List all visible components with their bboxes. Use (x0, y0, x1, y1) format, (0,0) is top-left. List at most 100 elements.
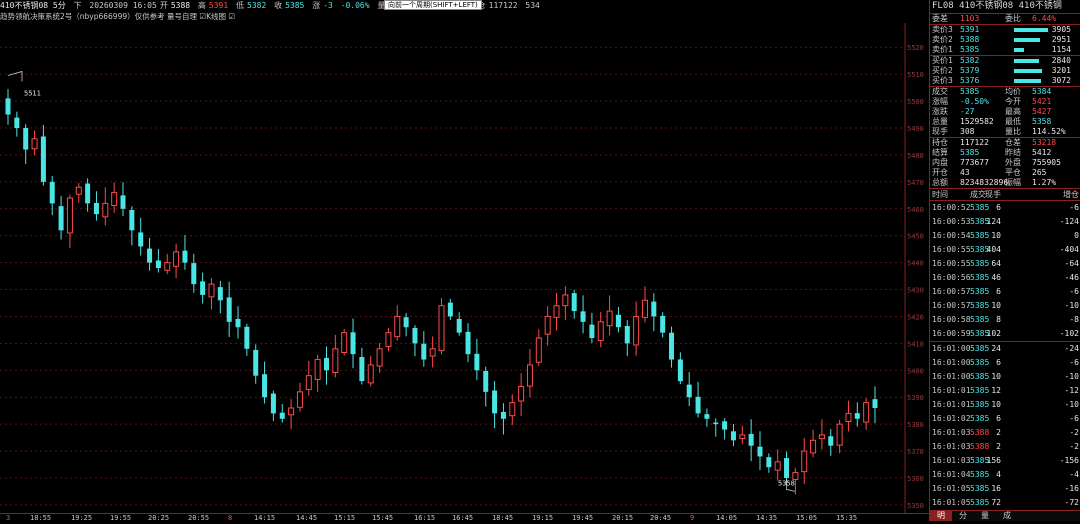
candle-body-down (49, 181, 55, 204)
book-row: 买价1 5382 2840 (930, 56, 1080, 66)
tick-row[interactable]: 16:01:03 5385 156 -156 (930, 454, 1080, 468)
tick-time: 16:01:05 (932, 484, 971, 493)
stat-value: 5421 (1032, 97, 1052, 106)
close-label: 收 (274, 1, 283, 10)
tick-row[interactable]: 16:00:55 5385 404 -404 (930, 243, 1080, 257)
candle-body-down (5, 98, 11, 115)
tick-row[interactable]: 16:00:52 5385 6 -6 (930, 201, 1080, 215)
tick-delta: -6 (1069, 287, 1079, 296)
book-volume-bar (1014, 48, 1025, 52)
panel-tab[interactable]: 量 (974, 511, 996, 521)
stat-label: 涨幅 (932, 97, 948, 106)
tick-delta: -10 (1064, 400, 1079, 409)
tick-row[interactable]: 16:00:56 5385 46 -46 (930, 271, 1080, 285)
candle-body-up (367, 364, 374, 384)
tick-price: 5385 (970, 231, 990, 240)
tick-price: 5385 (970, 414, 990, 423)
close-value: 5385 (285, 1, 305, 10)
tick-row[interactable]: 16:00:54 5385 10 0 (930, 229, 1080, 243)
tick-time: 16:01:00 (932, 358, 971, 367)
tick-row[interactable]: 16:01:00 5385 24 -24 (930, 341, 1080, 356)
tick-row[interactable]: 16:01:03 5388 2 -2 (930, 440, 1080, 454)
candle-body-down (279, 412, 285, 419)
change-value: -3 (323, 1, 333, 10)
tick-row[interactable]: 16:01:00 5385 10 -10 (930, 370, 1080, 384)
candle-body-down (359, 357, 365, 382)
y-tick-label: 5370 (907, 448, 924, 456)
tick-delta: -2 (1069, 442, 1079, 451)
candle-body-up (810, 439, 817, 454)
y-tick-label: 5440 (907, 260, 924, 268)
candle-body-down (624, 325, 630, 344)
tick-row[interactable]: 16:01:02 5385 6 -6 (930, 412, 1080, 426)
panel-tab[interactable]: 明 (930, 511, 952, 521)
tick-price: 5385 (970, 344, 990, 353)
candle-body-down (872, 399, 878, 408)
tick-time: 16:00:53 (932, 217, 971, 226)
book-row: 买价2 5379 3201 (930, 66, 1080, 76)
candle-body-up (544, 315, 551, 335)
candle-body-down (270, 393, 276, 414)
candle-body-down (200, 281, 206, 295)
stat-row: 成交 5385 均价 5384 (930, 87, 1080, 97)
stat-label: 昨结 (1005, 148, 1021, 157)
panel-tab[interactable]: 成 (996, 511, 1018, 521)
tick-volume: 2 (996, 428, 1001, 437)
stat-value: 8234832896 (960, 178, 1009, 187)
candle-body-up (164, 262, 171, 271)
tick-row[interactable]: 16:01:00 5385 6 -6 (930, 356, 1080, 370)
tick-row[interactable]: 16:01:01 5385 12 -12 (930, 384, 1080, 398)
stat-value: -27 (960, 107, 975, 116)
y-tick-label: 5390 (907, 394, 924, 402)
tick-row[interactable]: 16:00:53 5385 124 -124 (930, 215, 1080, 229)
tick-row[interactable]: 16:00:58 5385 8 -8 (930, 313, 1080, 327)
book-label: 买价2 (932, 66, 953, 75)
low-label: 低 (236, 1, 244, 10)
candle-body-up (606, 310, 613, 327)
tick-volume: 124 (986, 217, 1001, 226)
candle-body-up (836, 423, 843, 446)
tick-row[interactable]: 16:01:01 5385 10 -10 (930, 398, 1080, 412)
candle-body-up (66, 197, 73, 234)
candle-body-down (253, 349, 259, 376)
tick-row[interactable]: 16:01:03 5388 2 -2 (930, 426, 1080, 440)
y-tick-label: 5520 (907, 44, 924, 52)
tick-row[interactable]: 16:01:05 5385 72 -72 (930, 496, 1080, 510)
panel-tab[interactable]: 分 (952, 511, 974, 521)
stat-row: 结算 5385 昨结 5412 (930, 148, 1080, 158)
tick-row[interactable]: 16:00:55 5385 64 -64 (930, 257, 1080, 271)
y-tick-label: 5350 (907, 502, 924, 510)
position-stats: 持仓 117122 仓差 53218 结算 5385 昨结 5412 内盘 773677 外盘 755… (930, 137, 1080, 188)
oi-change: 534 (525, 1, 540, 10)
stat-label: 总额 (932, 178, 948, 187)
stat-label: 最低 (1005, 117, 1021, 126)
tick-row[interactable]: 16:01:05 5385 16 -16 (930, 482, 1080, 496)
tick-row[interactable]: 16:00:57 5385 10 -10 (930, 299, 1080, 313)
candle-body-down (129, 209, 135, 231)
ticks-header: 时间 成交 现手 增仓 (930, 188, 1080, 201)
tick-row[interactable]: 16:00:57 5385 6 -6 (930, 285, 1080, 299)
tick-volume: 6 (996, 287, 1001, 296)
book-price: 5388 (960, 35, 980, 44)
candle-body-down (191, 263, 197, 285)
stat-value: 5384 (1032, 87, 1052, 96)
tick-row[interactable]: 16:01:04 5385 4 -4 (930, 468, 1080, 482)
tick-delta: -72 (1064, 498, 1079, 507)
weibi-value: 1103 (960, 14, 980, 23)
stat-value: 5358 (1032, 117, 1052, 126)
tick-list[interactable]: 16:00:52 5385 6 -6 16:00:53 5385 124 -124 16:00:… (930, 201, 1080, 524)
candlestick-chart[interactable]: 5520 5510 5500 5490 5480 5470 5460 5450 5440 5430… (0, 23, 929, 513)
tick-delta: -6 (1069, 414, 1079, 423)
y-tick-label: 5410 (907, 340, 924, 348)
tick-row[interactable]: 16:00:59 5385 102 -102 (930, 327, 1080, 341)
candle-body-down (483, 370, 489, 392)
candle-body-up (774, 461, 781, 471)
book-volume-bar (1014, 38, 1040, 42)
candle-body-up (296, 391, 303, 408)
tick-volume: 10 (991, 372, 1001, 381)
low-annotation: 5358 (778, 479, 795, 487)
candle-body-down (323, 357, 329, 371)
ticks-price-header: 成交 (970, 190, 986, 199)
symbol-period: 410不锈钢08 5分 (0, 1, 66, 10)
tick-volume: 12 (991, 386, 1001, 395)
